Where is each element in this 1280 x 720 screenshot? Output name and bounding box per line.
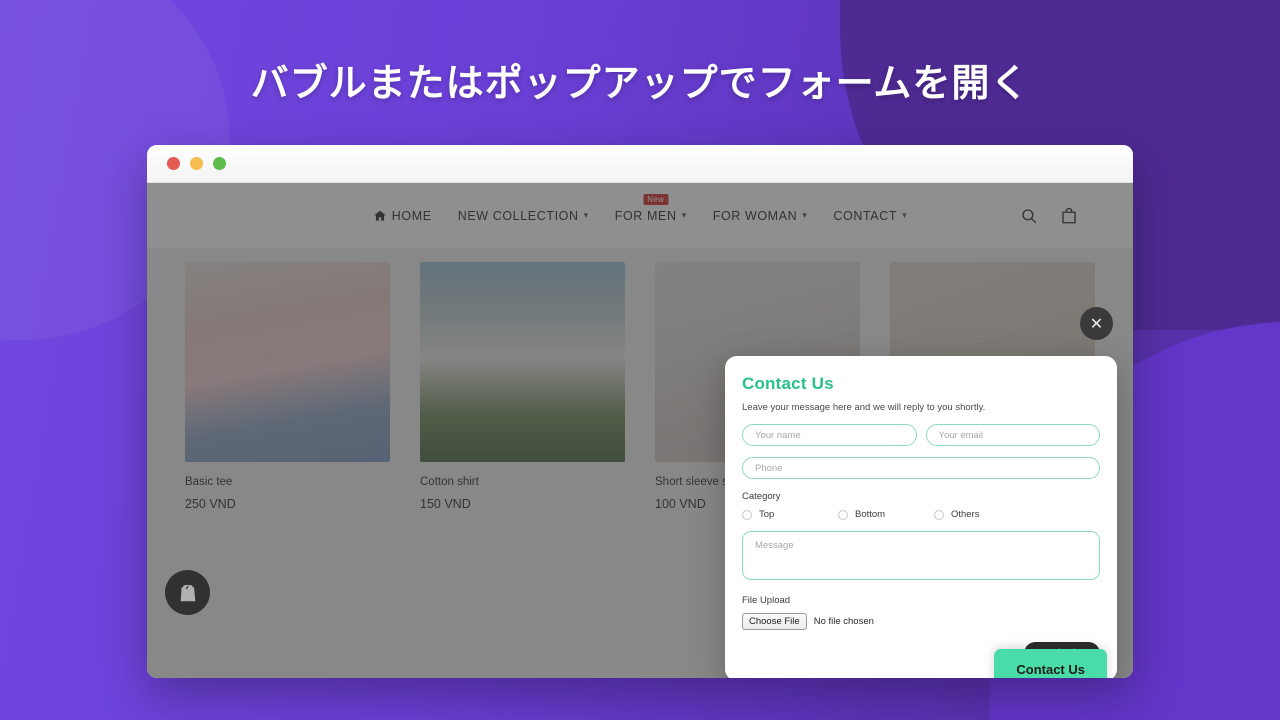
- product-image[interactable]: [420, 262, 625, 462]
- site-navbar: HOME NEW COLLECTION ▾ New FOR MEN ▾ FOR …: [147, 183, 1133, 248]
- nav-item-for-woman[interactable]: FOR WOMAN ▾: [713, 209, 808, 223]
- browser-titlebar: [147, 145, 1133, 183]
- form-subtitle: Leave your message here and we will repl…: [742, 402, 986, 413]
- nav-item-for-men-label: FOR MEN: [614, 208, 677, 223]
- name-email-row: [742, 424, 1100, 446]
- radio-circle-icon: [838, 509, 848, 520]
- nav-item-for-men[interactable]: New FOR MEN ▾: [614, 193, 687, 223]
- nav-new-badge: New: [643, 193, 669, 205]
- choose-file-button[interactable]: Choose File: [742, 613, 807, 630]
- product-name: Basic tee: [185, 476, 233, 488]
- site-viewport: HOME NEW COLLECTION ▾ New FOR MEN ▾ FOR …: [147, 183, 1133, 678]
- chevron-down-icon: ▾: [902, 210, 908, 220]
- radio-label-others: Others: [951, 509, 980, 520]
- nav-item-for-woman-label: FOR WOMAN: [712, 208, 798, 223]
- category-label: Category: [742, 491, 781, 502]
- contact-form-popup: Contact Us Leave your message here and w…: [725, 356, 1117, 678]
- category-radio-group: Top Bottom Others: [742, 509, 1100, 520]
- product-price: 150 VND: [420, 497, 471, 511]
- radio-label-bottom: Bottom: [855, 509, 886, 520]
- nav-item-home-label: HOME: [391, 208, 432, 223]
- close-popup-button[interactable]: ✕: [1080, 307, 1113, 340]
- product-name: Cotton shirt: [420, 476, 479, 488]
- browser-window: HOME NEW COLLECTION ▾ New FOR MEN ▾ FOR …: [147, 145, 1133, 678]
- nav-right-icons: [1020, 207, 1078, 225]
- radio-option-others[interactable]: Others: [934, 509, 1030, 520]
- chevron-down-icon: ▾: [583, 210, 589, 220]
- window-close-dot[interactable]: [167, 157, 180, 170]
- shopify-bag-icon: [180, 584, 195, 601]
- nav-item-home[interactable]: HOME: [373, 209, 432, 223]
- cart-icon[interactable]: [1060, 207, 1078, 225]
- chevron-down-icon: ▾: [681, 210, 687, 220]
- nav-item-new-collection[interactable]: NEW COLLECTION ▾: [458, 209, 589, 223]
- email-input[interactable]: [925, 424, 1100, 446]
- nav-item-new-collection-label: NEW COLLECTION: [457, 208, 579, 223]
- product-image[interactable]: [185, 262, 390, 462]
- product-price: 250 VND: [185, 497, 236, 511]
- radio-option-bottom[interactable]: Bottom: [838, 509, 934, 520]
- home-icon: [373, 210, 386, 221]
- nav-links: HOME NEW COLLECTION ▾ New FOR MEN ▾ FOR …: [373, 193, 907, 223]
- radio-circle-icon: [742, 509, 752, 520]
- window-minimize-dot[interactable]: [190, 157, 203, 170]
- nav-item-contact[interactable]: CONTACT ▾: [833, 209, 907, 223]
- form-title: Contact Us: [742, 374, 834, 393]
- page-title: バブルまたはポップアップでフォームを開く: [250, 63, 1030, 105]
- phone-input[interactable]: [742, 457, 1100, 479]
- search-icon[interactable]: [1020, 207, 1038, 225]
- radio-circle-icon: [934, 509, 944, 520]
- file-upload-row: Choose File No file chosen: [742, 613, 1100, 630]
- message-textarea[interactable]: [742, 531, 1100, 580]
- nav-item-contact-label: CONTACT: [833, 208, 898, 223]
- radio-label-top: Top: [759, 509, 775, 520]
- product-card[interactable]: Cotton shirt 150 VND: [420, 262, 625, 511]
- chevron-down-icon: ▾: [802, 210, 808, 220]
- contact-us-bubble-button[interactable]: Contact Us: [994, 649, 1107, 678]
- shopify-badge[interactable]: [165, 570, 210, 615]
- file-upload-label: File Upload: [742, 595, 791, 606]
- phone-row: [742, 457, 1100, 479]
- name-input[interactable]: [742, 424, 917, 446]
- close-icon: ✕: [1089, 315, 1104, 333]
- product-card[interactable]: Basic tee 250 VND: [185, 262, 390, 511]
- window-maximize-dot[interactable]: [213, 157, 226, 170]
- file-status-text: No file chosen: [813, 616, 874, 627]
- radio-option-top[interactable]: Top: [742, 509, 838, 520]
